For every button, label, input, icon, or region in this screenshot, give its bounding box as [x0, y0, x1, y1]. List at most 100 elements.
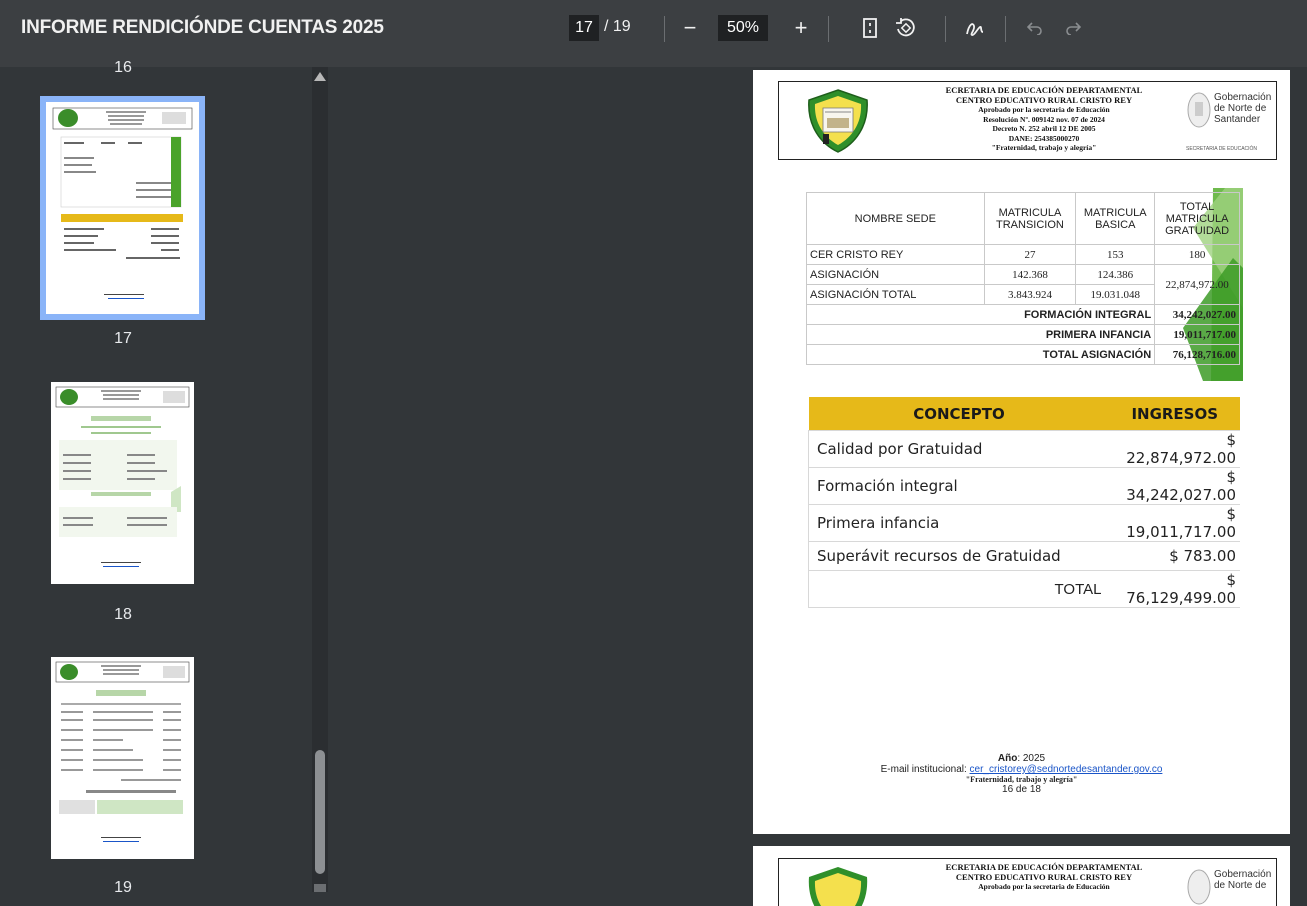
zoom-out-button[interactable]: −	[678, 14, 702, 42]
gobernacion-logo: Gobernación de Norte de Santander SECRET…	[1184, 86, 1274, 158]
divider	[664, 16, 665, 42]
header-line: "Fraternidad, trabajo y alegría"	[991, 143, 1097, 152]
gobernacion-text: Gobernación de Norte de	[1214, 869, 1271, 891]
thumbnail-image	[51, 382, 194, 584]
header-text: ECRETARIA DE EDUCACIÓN DEPARTAMENTAL CEN…	[929, 862, 1159, 892]
cell: 19.031.048	[1075, 284, 1156, 305]
document-title: INFORME RENDICIÓNDE CUENTAS 2025	[21, 17, 384, 38]
coat-of-arms-icon	[1187, 869, 1211, 905]
gobernacion-text: Gobernación de Norte de Santander	[1214, 92, 1271, 125]
footer-email: E-mail institucional: cer_cristorey@sedn…	[753, 764, 1290, 775]
col-header: CONCEPTO	[808, 397, 1110, 431]
school-shield-logo	[808, 89, 868, 153]
thumbnail-label: 19	[114, 879, 132, 896]
annotate-button[interactable]	[963, 14, 989, 42]
thumbnail-page-18[interactable]: 18	[43, 382, 194, 623]
cell: 142.368	[983, 264, 1077, 285]
cell: ASIGNACIÓN TOTAL	[806, 284, 985, 305]
email-link[interactable]: cer_cristorey@sednortedesantander.gov.co	[970, 764, 1163, 775]
draw-pen-icon	[966, 23, 984, 36]
summary-label: PRIMERA INFANCIA	[805, 324, 1156, 345]
total-value: $ 76,129,499.00	[1109, 570, 1240, 608]
total-row: TOTAL $ 76,129,499.00	[808, 570, 1240, 608]
thumbnail-label: 18	[114, 606, 132, 623]
school-shield-logo	[808, 867, 868, 906]
footer-year: Año: 2025	[753, 753, 1290, 764]
header-line: Decreto N. 252 abril 12 DE 2005	[992, 124, 1096, 133]
gob-line: Santander	[1214, 114, 1261, 125]
thumbnail-preview	[55, 661, 190, 842]
divider	[828, 16, 829, 42]
gob-line: de Norte de	[1214, 880, 1267, 891]
page-number-input[interactable]: 17	[569, 15, 599, 41]
thumbnail-sidebar: 16 17 18 19	[0, 59, 312, 896]
thumbnail-label: 17	[114, 330, 132, 347]
gob-line: Gobernación	[1214, 92, 1272, 103]
page-header: ECRETARIA DE EDUCACIÓN DEPARTAMENTAL CEN…	[778, 858, 1277, 906]
undo-button[interactable]	[1024, 14, 1046, 42]
footer-motto: "Fraternidad, trabajo y alegría"	[965, 775, 1078, 784]
footer-page-number: 16 de 18	[1002, 784, 1041, 795]
divider	[945, 16, 946, 42]
summary-label: TOTAL ASIGNACIÓN	[805, 344, 1156, 365]
sidebar-scroll-thumb[interactable]	[315, 750, 325, 874]
zoom-level-input[interactable]: 50%	[718, 15, 768, 41]
summary-label: FORMACIÓN INTEGRAL	[805, 304, 1156, 325]
summary-value: 76,128,716.00	[1154, 344, 1240, 365]
summary-row: PRIMERA INFANCIA 19,011,717.00	[805, 324, 1240, 345]
summary-value: 19,011,717.00	[1154, 324, 1240, 345]
rotate-button[interactable]	[893, 14, 919, 42]
cell: Calidad por Gratuidad	[808, 430, 1110, 468]
year-label: Año	[997, 753, 1018, 764]
header-line: Resolución Nº. 009142 nov. 07 de 2024	[983, 114, 1105, 124]
thumbnail-preview	[55, 386, 190, 567]
undo-icon	[1027, 22, 1042, 35]
year-value: : 2025	[1017, 753, 1046, 764]
header-line: DANE: 254385000270	[1008, 133, 1080, 143]
thumbnail-label-partial: 16	[114, 59, 132, 76]
header-line: CENTRO EDUCATIVO RURAL CRISTO REY	[955, 871, 1133, 882]
col-header: NOMBRE SEDE	[806, 192, 985, 245]
table-row: Superávit recursos de Gratuidad $ 783.00	[808, 541, 1240, 571]
fit-page-icon	[863, 18, 877, 38]
cell: $ 34,242,027.00	[1109, 467, 1240, 505]
cell: 3.843.924	[983, 284, 1077, 305]
document-page-next: ECRETARIA DE EDUCACIÓN DEPARTAMENTAL CEN…	[753, 846, 1290, 906]
redo-button[interactable]	[1062, 14, 1084, 42]
col-header: TOTAL MATRICULA GRATUIDAD	[1154, 192, 1240, 245]
cell: 153	[1075, 244, 1156, 265]
thumbnail-preview	[52, 107, 193, 299]
page-footer: Año: 2025 E-mail institucional: cer_cris…	[753, 753, 1290, 795]
summary-row: TOTAL ASIGNACIÓN 76,128,716.00	[805, 344, 1240, 365]
table-row: ASIGNACIÓN 142.368 124.386 22,874,972.00	[806, 264, 1240, 305]
thumbnail-page-17[interactable]: 17	[40, 96, 205, 347]
coat-of-arms-icon	[1187, 92, 1211, 128]
summary-row: FORMACIÓN INTEGRAL 34,242,027.00	[805, 304, 1240, 325]
gob-line: de Norte de	[1214, 103, 1267, 114]
total-label: TOTAL	[808, 570, 1110, 608]
scroll-up-arrow-icon[interactable]	[314, 72, 326, 81]
cell: Superávit recursos de Gratuidad	[808, 541, 1110, 571]
header-line: CENTRO EDUCATIVO RURAL CRISTO REY	[955, 94, 1133, 105]
scroll-down-arrow-icon[interactable]	[314, 884, 326, 892]
cell: Formación integral	[808, 467, 1110, 505]
table-row: Calidad por Gratuidad $ 22,874,972.00	[808, 430, 1240, 468]
cell: 180	[1154, 244, 1240, 265]
cell: 22,874,972.00	[1154, 264, 1240, 305]
gob-subtitle: SECRETARIA DE EDUCACIÓN	[1186, 146, 1258, 152]
cell: $ 19,011,717.00	[1109, 504, 1240, 542]
header-line: Aprobado por la secretaria de Educación	[978, 105, 1110, 114]
gob-line: Gobernación	[1214, 869, 1272, 880]
enrollment-table: NOMBRE SEDE MATRICULA TRANSICION MATRICU…	[805, 192, 1240, 365]
email-label: E-mail institucional:	[880, 764, 970, 775]
rotate-icon	[896, 18, 915, 37]
table-row: Formación integral $ 34,242,027.00	[808, 467, 1240, 505]
thumbnail-image	[51, 657, 194, 859]
cell: 124.386	[1075, 264, 1156, 285]
col-header: MATRICULA TRANSICION	[983, 192, 1077, 245]
cell: Primera infancia	[808, 504, 1110, 542]
thumbnail-page-19[interactable]: 19	[43, 657, 194, 896]
zoom-in-button[interactable]: +	[789, 14, 813, 42]
fit-page-button[interactable]	[858, 14, 882, 42]
thumbnail-image	[40, 96, 205, 320]
